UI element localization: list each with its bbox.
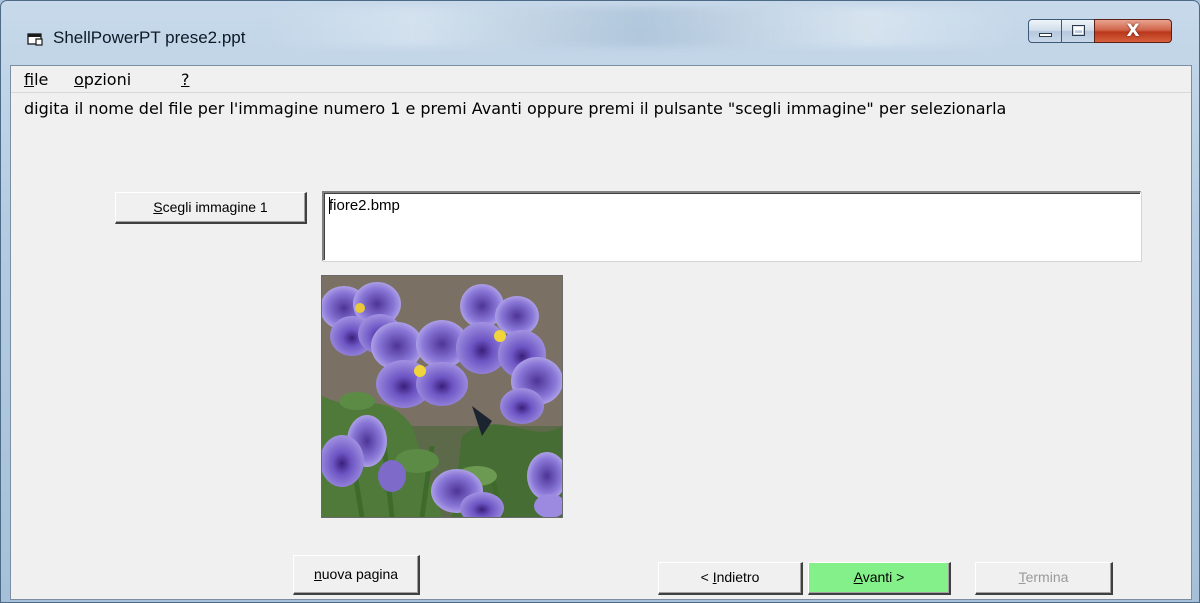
new-page-accel: n xyxy=(313,566,322,582)
window-title: ShellPowerPT prese2.ppt xyxy=(53,28,246,47)
close-button[interactable]: X xyxy=(1094,19,1172,43)
client-area: file opzioni ? digita il nome del file p… xyxy=(10,65,1192,600)
new-page-label: uova pagina xyxy=(321,566,399,582)
back-label: ndietro xyxy=(716,569,760,585)
image-filename-value: fiore2.bmp xyxy=(329,197,400,214)
menu-separator xyxy=(11,92,1191,93)
back-prefix: < xyxy=(700,569,713,585)
menu-help[interactable]: ? xyxy=(181,70,190,89)
menu-file-accel: f xyxy=(24,70,35,89)
new-page-button[interactable]: nuova pagina xyxy=(293,555,420,595)
finish-label: ermina xyxy=(1025,569,1069,585)
image-filename-input[interactable]: fiore2.bmp xyxy=(322,191,1141,261)
pansy-flowers-image xyxy=(322,276,562,517)
menu-file[interactable]: file xyxy=(24,70,48,89)
title-bar-glass xyxy=(261,7,1021,47)
back-button[interactable]: < Indietro xyxy=(658,562,803,595)
menu-opzioni-accel: o xyxy=(74,70,84,89)
choose-image-button[interactable]: Scegli immagine 1 xyxy=(115,192,307,224)
menu-file-label: ile xyxy=(34,70,49,89)
maximize-button[interactable] xyxy=(1061,19,1095,43)
next-label: vanti > xyxy=(862,569,905,585)
next-accel: A xyxy=(853,569,863,585)
instruction-text: digita il nome del file per l'immagine n… xyxy=(24,99,1007,118)
finish-button[interactable]: Termina xyxy=(975,562,1113,595)
image-preview xyxy=(321,275,563,518)
next-button[interactable]: Avanti > xyxy=(808,562,951,595)
application-icon xyxy=(27,33,43,46)
app-window: ShellPowerPT prese2.ppt X file opzioni ?… xyxy=(0,0,1200,603)
menu-opzioni[interactable]: opzioni xyxy=(74,70,131,89)
text-caret xyxy=(329,197,330,214)
menu-bar: file opzioni ? xyxy=(11,66,1191,92)
choose-image-accel: S xyxy=(153,199,163,215)
choose-image-label: cegli immagine 1 xyxy=(162,199,268,215)
menu-opzioni-label: pzioni xyxy=(83,70,132,89)
minimize-button[interactable] xyxy=(1028,19,1062,43)
close-icon: X xyxy=(1126,21,1140,41)
finish-accel: T xyxy=(1018,569,1026,585)
minimize-icon xyxy=(1039,33,1052,37)
maximize-icon xyxy=(1072,25,1085,36)
menu-help-accel: ? xyxy=(181,70,190,89)
title-bar[interactable]: ShellPowerPT prese2.ppt X xyxy=(1,1,1199,65)
